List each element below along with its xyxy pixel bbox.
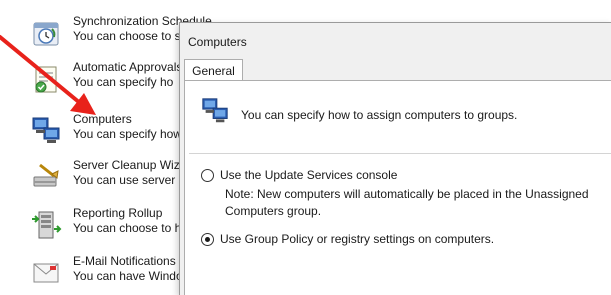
list-item-desc: You can specify ho bbox=[73, 75, 174, 89]
list-item-desc: You can use server c bbox=[73, 173, 185, 187]
list-item-desc: You can specify how bbox=[73, 127, 182, 141]
list-item-title: Computers bbox=[73, 112, 132, 126]
dialog-title: Computers bbox=[188, 35, 247, 49]
tab-general[interactable]: General bbox=[184, 59, 243, 81]
options-list: Synchronization Schedule You can choose … bbox=[0, 0, 212, 294]
note-text: Note: New computers will automatically b… bbox=[225, 186, 589, 220]
tab-strip: General bbox=[180, 59, 611, 81]
note-line: Computers group. bbox=[225, 204, 322, 218]
radio-label: Use the Update Services console bbox=[220, 168, 398, 182]
list-item-desc: You can choose to ha bbox=[73, 221, 188, 235]
list-item-title: E-Mail Notifications bbox=[73, 254, 176, 268]
list-item-desc: You can choose to s bbox=[73, 29, 181, 43]
list-item-title: Server Cleanup Wiza bbox=[73, 158, 187, 172]
computers-dialog: Computers General You can specify how to… bbox=[179, 22, 611, 295]
list-item-synchronization-schedule[interactable]: Synchronization Schedule You can choose … bbox=[0, 14, 212, 54]
list-item-computers[interactable]: Computers You can specify how bbox=[0, 112, 190, 152]
list-item-desc: You can have Windo bbox=[73, 269, 183, 283]
computers-icon bbox=[32, 117, 60, 143]
radio-label: Use Group Policy or registry settings on… bbox=[220, 232, 495, 246]
server-cleanup-icon bbox=[33, 163, 59, 187]
sync-schedule-icon bbox=[33, 22, 59, 46]
list-item-email-notifications[interactable]: E-Mail Notifications You can have Windo bbox=[0, 254, 190, 294]
list-item-title: Automatic Approvals bbox=[73, 60, 183, 74]
automatic-approvals-icon bbox=[35, 66, 57, 93]
list-item-server-cleanup-wizard[interactable]: Server Cleanup Wiza You can use server c bbox=[0, 158, 190, 198]
divider bbox=[189, 153, 611, 154]
panel-description: You can specify how to assign computers … bbox=[241, 108, 518, 122]
computers-icon bbox=[202, 98, 228, 123]
email-notifications-icon bbox=[33, 263, 59, 283]
list-item-reporting-rollup[interactable]: Reporting Rollup You can choose to ha bbox=[0, 206, 190, 246]
reporting-rollup-icon bbox=[32, 211, 62, 239]
list-item-automatic-approvals[interactable]: Automatic Approvals You can specify ho bbox=[0, 60, 190, 100]
general-tab-panel: You can specify how to assign computers … bbox=[184, 80, 611, 295]
list-item-title: Reporting Rollup bbox=[73, 206, 163, 220]
note-line: Note: New computers will automatically b… bbox=[225, 187, 589, 201]
radio-button[interactable] bbox=[201, 169, 214, 182]
radio-button-selected[interactable] bbox=[201, 233, 214, 246]
